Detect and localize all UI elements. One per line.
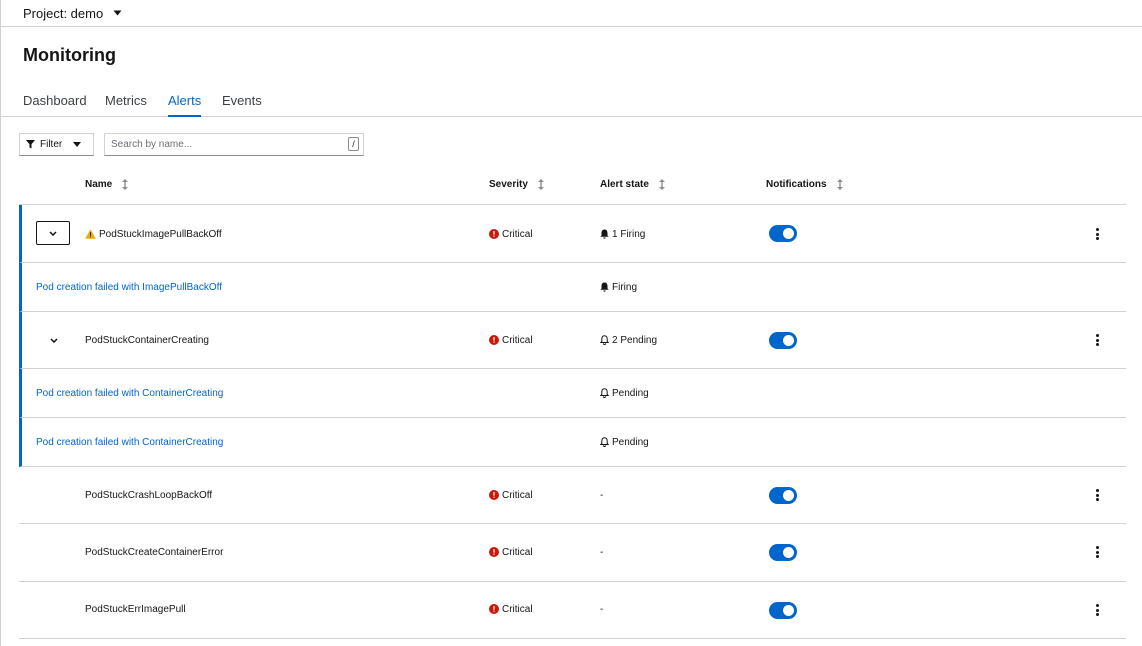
alert-state-cell: 2 Pending [600,333,657,347]
rule-name: PodStuckCreateContainerError [85,546,224,558]
notifications-toggle[interactable] [769,332,797,349]
kebab-icon[interactable] [1094,489,1100,501]
table-row: PodStuckCreateContainerError Critical - [19,524,1126,582]
project-bar: Project: demo [1,0,1142,27]
chevron-down-icon [50,337,58,343]
expand-toggle[interactable] [36,221,70,245]
severity-cell: Critical [489,227,533,241]
alert-state-cell: - [600,546,604,558]
alert-link[interactable]: Pod creation failed with ContainerCreati… [36,435,223,449]
notifications-toggle[interactable] [769,602,797,619]
warning-triangle-icon [85,229,96,239]
column-header-notifications[interactable]: Notifications [766,179,843,190]
chevron-down-icon [49,230,57,236]
alert-link[interactable]: Pod creation failed with ImagePullBackOf… [36,280,222,294]
table-row: PodStuckErrImagePull Critical - [19,582,1126,639]
column-header-name[interactable]: Name [85,179,129,190]
alert-state-cell: - [600,603,604,615]
severity-cell: Critical [489,545,533,559]
severity-cell: Critical [489,333,533,347]
exclamation-circle-icon [489,335,499,345]
alert-row: Pod creation failed with ContainerCreati… [19,369,1126,418]
filter-icon [26,140,35,149]
page-title: Monitoring [23,45,116,65]
table-row: PodStuckCrashLoopBackOff Critical - [19,467,1126,524]
table-row: PodStuckContainerCreating Critical 2 Pen… [19,312,1126,369]
project-selector-label: Project: demo [23,5,104,21]
severity-cell: Critical [489,602,533,616]
tab-metrics[interactable]: Metrics [105,93,147,116]
notifications-toggle[interactable] [769,544,797,561]
tab-dashboard[interactable]: Dashboard [23,93,87,116]
kebab-icon[interactable] [1094,228,1100,240]
exclamation-circle-icon [489,547,499,557]
search-shortcut-key: / [348,137,359,151]
rule-name: PodStuckImagePullBackOff [85,227,222,241]
column-header-severity[interactable]: Severity [489,179,544,190]
sort-icon [836,179,843,190]
bell-filled-icon [600,229,609,239]
bell-outline-icon [600,388,609,398]
project-selector[interactable]: Project: demo [23,4,122,22]
caret-down-icon [73,142,81,147]
sort-icon [122,179,129,190]
rule-name: PodStuckCrashLoopBackOff [85,489,213,501]
exclamation-circle-icon [489,490,499,500]
tab-alerts[interactable]: Alerts [168,93,202,117]
kebab-icon[interactable] [1094,334,1100,346]
exclamation-circle-icon [489,604,499,614]
column-header-alert-state[interactable]: Alert state [600,179,665,190]
sort-icon [658,179,665,190]
notifications-toggle[interactable] [769,487,797,504]
kebab-icon[interactable] [1094,546,1100,558]
alert-link[interactable]: Pod creation failed with ContainerCreati… [36,386,223,400]
alert-state-cell: Firing [600,280,637,294]
bell-filled-icon [600,282,609,292]
caret-down-icon [113,10,122,16]
bell-outline-icon [600,437,609,447]
filter-label: Filter [40,139,63,150]
table-header: Name Severity Alert state Notifications [19,167,1126,205]
rule-name: PodStuckContainerCreating [85,334,209,346]
search-input[interactable] [105,134,335,155]
severity-cell: Critical [489,488,533,502]
notifications-toggle[interactable] [769,225,797,242]
tab-bar: Dashboard Metrics Alerts Events [1,88,1142,117]
bell-outline-icon [600,335,609,345]
sort-icon [537,179,544,190]
alert-state-cell: - [600,489,604,501]
tab-events[interactable]: Events [222,93,262,116]
exclamation-circle-icon [489,229,499,239]
table-row: PodStuckImagePullBackOff Critical 1 Firi… [19,205,1126,263]
kebab-icon[interactable] [1094,604,1100,616]
alert-row: Pod creation failed with ContainerCreati… [19,418,1126,467]
rule-name: PodStuckErrImagePull [85,603,186,615]
alert-state-cell: 1 Firing [600,227,645,241]
alert-row: Pod creation failed with ImagePullBackOf… [19,263,1126,312]
alert-state-cell: Pending [600,435,649,449]
alert-state-cell: Pending [600,386,649,400]
expand-toggle[interactable] [49,335,59,345]
filter-dropdown[interactable]: Filter [19,133,94,156]
search-box: / [104,133,364,156]
